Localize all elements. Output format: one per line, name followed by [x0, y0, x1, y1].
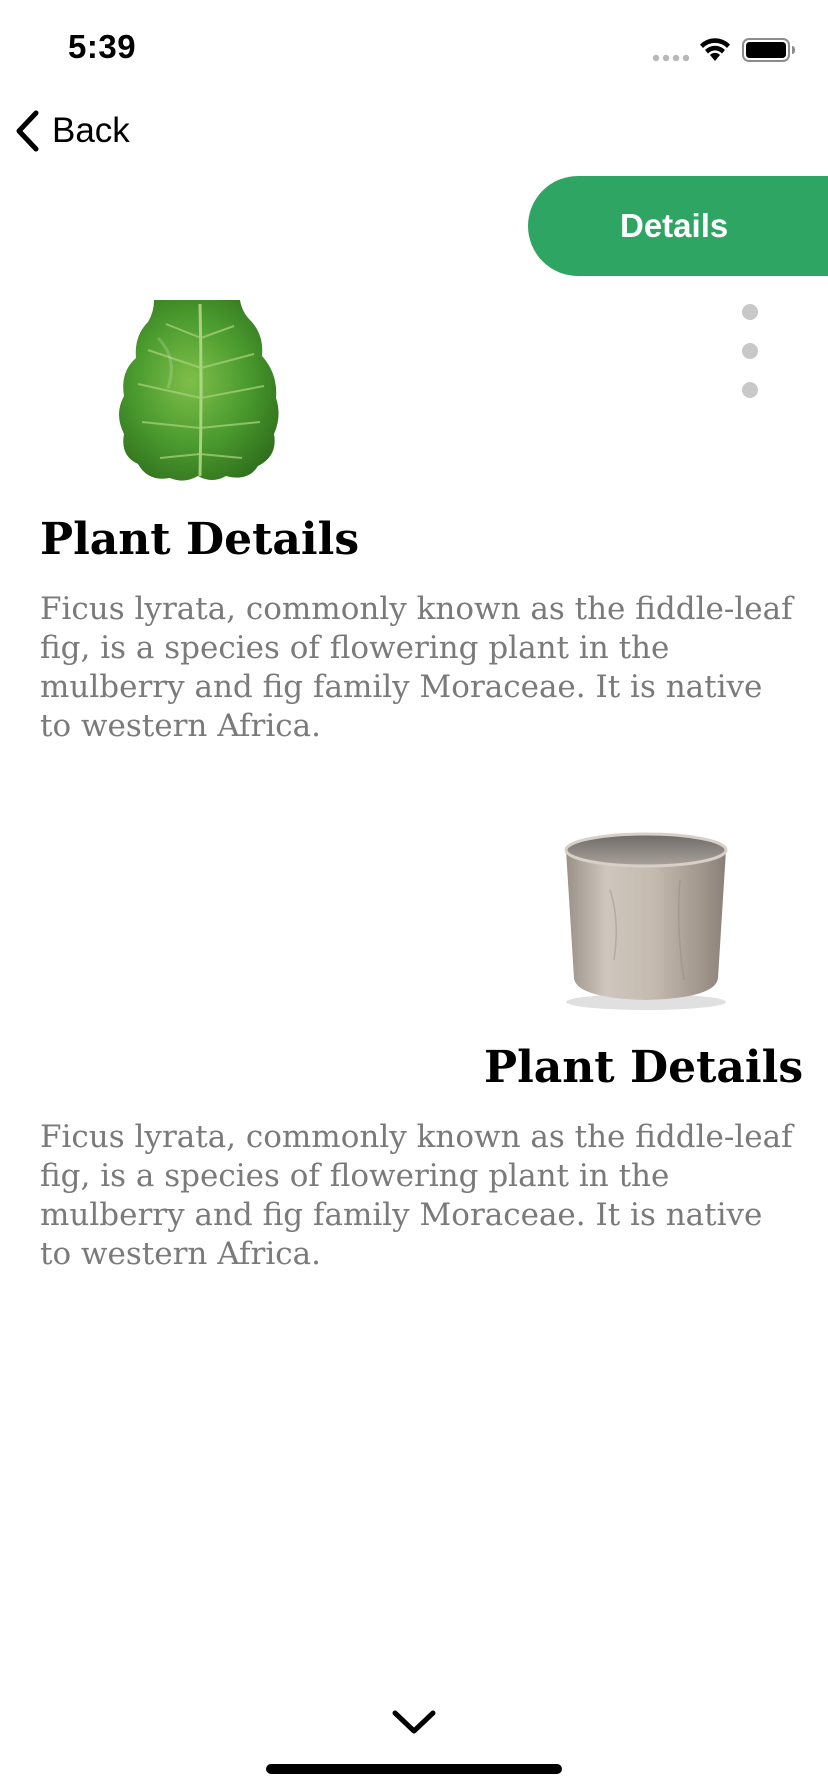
fiddle-leaf-image [119, 300, 279, 481]
section-description: Ficus lyrata, commonly known as the fidd… [40, 1119, 793, 1272]
details-button-label: Details [620, 207, 729, 244]
chevron-down-icon[interactable] [390, 1706, 438, 1738]
status-time: 5:39 [68, 28, 137, 65]
plant-pot-image [564, 832, 728, 1010]
wifi-icon [700, 38, 730, 61]
chevron-left-icon [16, 110, 39, 152]
battery-icon [742, 38, 795, 62]
section-description: Ficus lyrata, commonly known as the fidd… [40, 591, 793, 744]
page-dot[interactable] [742, 343, 758, 359]
section-title: Plant Details [484, 1042, 804, 1093]
page-dot[interactable] [742, 304, 758, 320]
status-bar: 5:39 [0, 0, 828, 100]
back-button[interactable]: Back [14, 106, 130, 156]
signal-icon [652, 54, 690, 62]
back-label: Back [52, 111, 130, 150]
page-indicator [742, 304, 758, 404]
section-title: Plant Details [40, 514, 360, 565]
page-dot[interactable] [742, 382, 758, 398]
details-button[interactable]: Details [528, 176, 828, 276]
home-indicator[interactable] [266, 1764, 562, 1774]
